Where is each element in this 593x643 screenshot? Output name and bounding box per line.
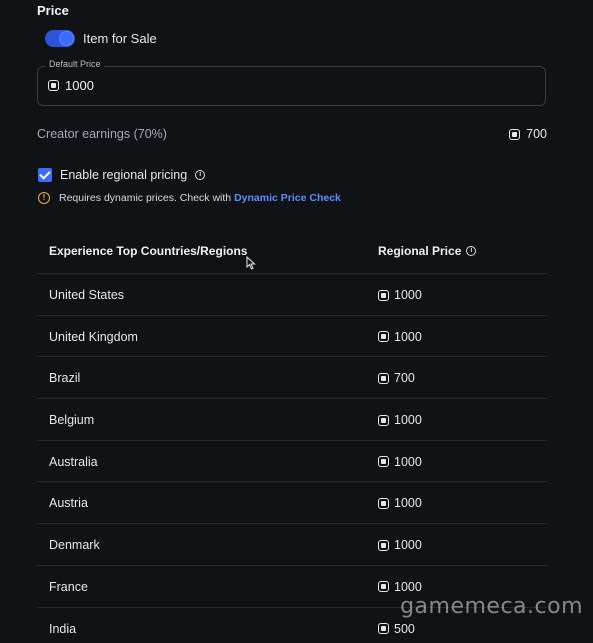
watermark: gamemeca.com <box>400 594 583 619</box>
robux-icon <box>378 456 389 468</box>
table-row: United States 1000 <box>37 273 547 315</box>
table-header: Experience Top Countries/Regions Regiona… <box>37 231 547 273</box>
regional-pricing-checkbox[interactable] <box>38 168 52 182</box>
country-name: United States <box>49 288 125 302</box>
table-body: United States 1000 United Kingdom 1000 Brazi… <box>37 273 547 643</box>
toggle-knob <box>59 31 74 46</box>
warning-icon: ! <box>38 192 50 204</box>
country-name: Brazil <box>49 371 81 386</box>
table-row: Australia 1000 <box>37 439 547 482</box>
country-name: Austria <box>49 496 88 511</box>
regional-price-cell: 1000 <box>378 288 422 302</box>
regional-price-table: Experience Top Countries/Regions Regiona… <box>37 231 547 643</box>
creator-earnings-value: 700 <box>509 127 547 141</box>
robux-icon <box>378 331 389 343</box>
country-name: Australia <box>49 454 98 469</box>
dynamic-price-warning: ! Requires dynamic prices. Check with Dy… <box>38 192 341 204</box>
regional-price-cell: 1000 <box>378 413 422 427</box>
table-row: Brazil 700 <box>37 356 547 398</box>
regional-price-value: 1000 <box>394 538 422 553</box>
creator-earnings-amount: 700 <box>526 127 547 141</box>
warning-message: Requires dynamic prices. Check with <box>59 192 235 204</box>
country-name: Denmark <box>49 538 100 553</box>
default-price-field[interactable] <box>37 66 546 106</box>
robux-icon <box>509 128 521 140</box>
default-price-value: 1000 <box>65 78 94 93</box>
country-name: United Kingdom <box>49 329 138 344</box>
robux-icon <box>378 623 389 634</box>
regional-price-column-header: Regional Price i <box>378 244 477 258</box>
robux-icon <box>378 289 389 301</box>
default-price-input[interactable]: 1000 <box>48 78 94 93</box>
table-row: Belgium 1000 <box>37 398 547 440</box>
regional-price-cell: 1000 <box>378 330 422 344</box>
robux-icon <box>378 497 389 509</box>
regional-price-cell: 1000 <box>378 496 422 510</box>
regional-price-value: 1000 <box>394 329 422 344</box>
country-name: Belgium <box>49 413 95 428</box>
regional-price-cell: 1000 <box>378 580 422 594</box>
regional-price-header-label: Regional Price <box>378 244 462 258</box>
country-name: France <box>49 579 88 594</box>
price-settings-panel: Price Item for Sale Default Price 1000 C… <box>0 0 593 643</box>
mouse-cursor-icon <box>246 256 256 270</box>
table-row: Austria 1000 <box>37 481 547 523</box>
robux-icon <box>378 372 389 384</box>
table-row: United Kingdom 1000 <box>37 314 547 357</box>
creator-earnings-label: Creator earnings (70%) <box>37 127 167 141</box>
regional-price-value: 1000 <box>394 454 422 469</box>
info-icon[interactable]: i <box>466 246 477 256</box>
dynamic-price-check-link[interactable]: Dynamic Price Check <box>234 192 341 204</box>
info-icon[interactable]: i <box>195 170 206 180</box>
regional-price-value: 1000 <box>394 579 422 594</box>
regional-price-value: 1000 <box>394 288 422 302</box>
robux-icon <box>378 414 389 426</box>
regional-pricing-label[interactable]: Enable regional pricing <box>60 168 187 182</box>
regional-price-cell: 1000 <box>378 538 422 552</box>
item-for-sale-row: Item for Sale <box>45 30 157 47</box>
regional-price-value: 1000 <box>394 413 422 428</box>
item-for-sale-toggle[interactable] <box>45 30 75 47</box>
country-name: India <box>49 621 77 636</box>
regional-price-cell: 700 <box>378 371 415 385</box>
robux-icon <box>378 539 389 551</box>
country-column-header: Experience Top Countries/Regions <box>49 244 248 258</box>
regional-price-value: 700 <box>394 371 415 386</box>
item-for-sale-label: Item for Sale <box>83 31 157 46</box>
section-title: Price <box>37 3 69 18</box>
table-row: Denmark 1000 <box>37 523 547 565</box>
robux-icon <box>378 581 389 593</box>
regional-price-cell: 500 <box>378 622 415 636</box>
robux-icon <box>48 80 59 91</box>
regional-price-cell: 1000 <box>378 455 422 469</box>
default-price-label: Default Price <box>46 59 104 69</box>
warning-text: Requires dynamic prices. Check with Dyna… <box>59 192 341 204</box>
regional-price-value: 1000 <box>394 496 422 511</box>
regional-price-value: 500 <box>394 621 415 636</box>
regional-pricing-row: Enable regional pricing i <box>38 168 206 182</box>
